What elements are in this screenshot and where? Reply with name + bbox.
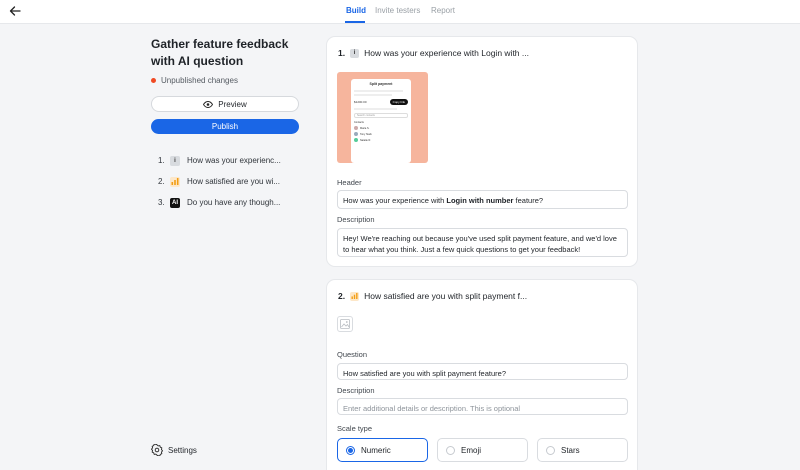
mockup-contact: Natalie R. xyxy=(360,138,371,142)
question-image-thumbnail[interactable]: Split payment $1200.00 Copy link Search … xyxy=(337,72,428,163)
sidebar: Gather feature feedback with AI question… xyxy=(151,36,301,208)
publish-button[interactable]: Publish xyxy=(151,119,299,134)
question-number: 2. xyxy=(158,177,165,186)
radio-icon xyxy=(446,445,455,455)
radio-icon xyxy=(546,445,555,455)
question-text: How was your experienc... xyxy=(187,156,281,165)
description-textarea[interactable]: Hey! We're reaching out because you've u… xyxy=(337,228,628,257)
question-number: 3. xyxy=(158,198,165,207)
status-dot xyxy=(151,78,156,83)
card-number: 1. xyxy=(338,48,346,58)
question-list-item-3[interactable]: 3. AI Do you have any though... xyxy=(158,192,281,213)
tab-build[interactable]: Build xyxy=(346,6,366,15)
mockup-title: Split payment xyxy=(369,82,393,86)
question-label: Question xyxy=(337,350,368,359)
phone-mockup: Split payment $1200.00 Copy link Search … xyxy=(351,79,411,163)
active-tab-indicator xyxy=(345,21,365,23)
question-card-2: 2. How satisfied are you with split paym… xyxy=(326,279,638,470)
mockup-contact: Maria S. xyxy=(360,126,370,130)
preview-button[interactable]: Preview xyxy=(151,96,299,112)
card-heading: 2. How satisfied are you with split paym… xyxy=(338,291,527,301)
bar-chart-icon xyxy=(350,291,360,301)
question-text: How satisfied are you wi... xyxy=(187,177,280,186)
arrow-left-icon[interactable] xyxy=(8,4,22,18)
question-list-item-1[interactable]: 1. i How was your experienc... xyxy=(158,150,281,171)
gear-icon xyxy=(151,444,163,456)
header-input[interactable]: How was your experience with Login with … xyxy=(337,190,628,209)
card-title: How satisfied are you with split payment… xyxy=(364,291,528,301)
scale-option-stars[interactable]: Stars xyxy=(537,438,628,462)
info-icon: i xyxy=(170,155,180,166)
status-indicator: Unpublished changes xyxy=(151,76,301,85)
tab-report[interactable]: Report xyxy=(431,6,455,15)
info-icon: i xyxy=(350,48,360,58)
settings-label: Settings xyxy=(168,445,197,455)
scale-option-label: Stars xyxy=(561,445,580,455)
description-label: Description xyxy=(337,386,375,395)
scale-option-numeric[interactable]: Numeric xyxy=(337,438,428,462)
preview-label: Preview xyxy=(218,99,247,109)
top-bar: Build Invite testers Report xyxy=(0,0,800,24)
description-label: Description xyxy=(337,215,375,224)
description-input[interactable]: Enter additional details or description.… xyxy=(337,398,628,415)
question-list-item-2[interactable]: 2. How satisfied are you wi... xyxy=(158,171,281,192)
card-heading: 1. i How was your experience with Login … xyxy=(338,48,529,58)
eye-icon xyxy=(203,100,214,108)
card-number: 2. xyxy=(338,291,346,301)
mockup-amount: $1200.00 xyxy=(354,100,367,104)
page-title: Gather feature feedback with AI question xyxy=(151,37,289,68)
mockup-button: Copy link xyxy=(389,99,408,105)
scale-option-emoji[interactable]: Emoji xyxy=(437,438,528,462)
card-title: How was your experience with Login with … xyxy=(364,48,529,58)
add-image-icon[interactable] xyxy=(337,316,353,332)
mockup-search: Search contacts xyxy=(354,113,408,118)
bar-chart-icon xyxy=(170,176,180,187)
scale-option-label: Numeric xyxy=(361,445,391,455)
scale-type-label: Scale type xyxy=(337,424,373,433)
question-number: 1. xyxy=(158,156,165,165)
question-text: Do you have any though... xyxy=(187,198,281,207)
radio-selected-icon xyxy=(346,445,355,455)
mockup-contact: Tony Stark xyxy=(360,132,372,136)
question-list: 1. i How was your experienc... 2. How sa… xyxy=(158,150,281,213)
tab-invite-testers[interactable]: Invite testers xyxy=(375,6,420,15)
question-card-1: 1. i How was your experience with Login … xyxy=(326,36,638,267)
header-label: Header xyxy=(337,178,362,187)
ai-icon: AI xyxy=(170,197,180,208)
mockup-section: Contacts xyxy=(354,121,364,124)
scale-option-label: Emoji xyxy=(461,445,482,455)
status-text: Unpublished changes xyxy=(161,76,238,85)
settings-button[interactable]: Settings xyxy=(151,444,197,456)
question-input[interactable]: How satisfied are you with split payment… xyxy=(337,363,628,380)
